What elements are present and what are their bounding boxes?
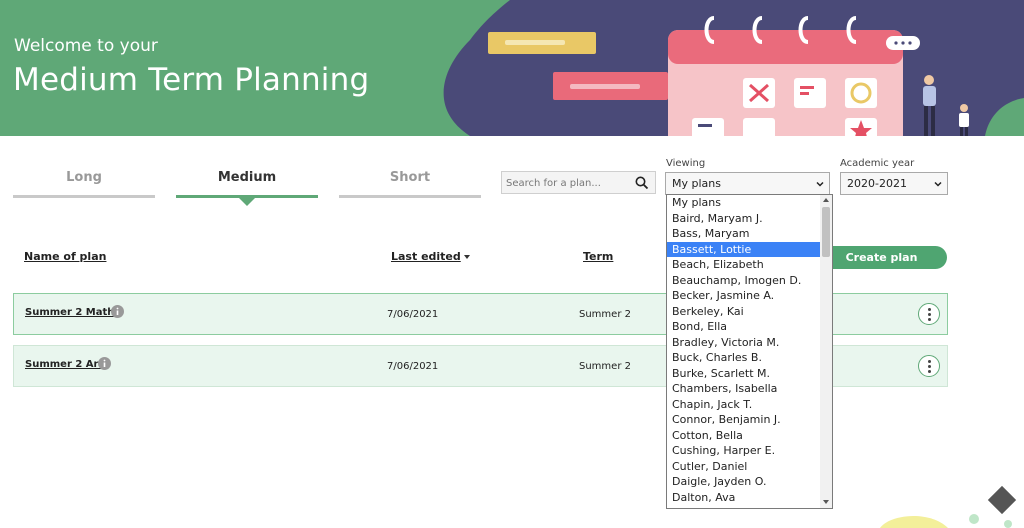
dropdown-option[interactable]: Dalton, Ava <box>667 490 821 506</box>
more-options-icon[interactable] <box>918 303 940 325</box>
more-options-icon[interactable] <box>918 355 940 377</box>
column-header-name[interactable]: Name of plan <box>24 250 106 263</box>
dropdown-option[interactable]: Bass, Maryam <box>667 226 821 242</box>
viewing-select[interactable]: My plans <box>665 172 830 195</box>
info-icon[interactable] <box>111 305 124 318</box>
dropdown-option[interactable]: Baird, Maryam J. <box>667 211 821 227</box>
column-header-last-edited-label: Last edited <box>391 250 461 263</box>
tab-long-label: Long <box>66 170 102 185</box>
create-plan-button[interactable]: Create plan <box>816 246 947 269</box>
column-header-term[interactable]: Term <box>583 250 613 263</box>
welcome-text: Welcome to your <box>14 36 158 56</box>
scrollbar-thumb[interactable] <box>822 207 830 257</box>
plan-name-link[interactable]: Summer 2 Maths <box>25 307 120 318</box>
tab-underline <box>13 195 155 198</box>
viewing-label: Viewing <box>666 158 706 169</box>
dropdown-option[interactable]: Burke, Scarlett M. <box>667 366 821 382</box>
dropdown-option[interactable]: Bond, Ella <box>667 319 821 335</box>
chevron-down-icon <box>816 181 824 187</box>
viewing-dropdown-list[interactable]: My plans Baird, Maryam J. Bass, Maryam B… <box>666 194 833 509</box>
header-banner: Welcome to your Medium Term Planning <box>0 0 1024 136</box>
dropdown-option[interactable]: Cutler, Daniel <box>667 459 821 475</box>
tab-short-label: Short <box>389 170 431 185</box>
search-box <box>501 171 656 194</box>
dropdown-option[interactable]: Beauchamp, Imogen D. <box>667 273 821 289</box>
tab-medium[interactable]: Medium <box>176 170 318 206</box>
dropdown-option-highlighted[interactable]: Bassett, Lottie <box>667 241 821 257</box>
dropdown-option[interactable]: Chambers, Isabella <box>667 381 821 397</box>
last-edited-cell: 7/06/2021 <box>387 309 439 320</box>
dropdown-option[interactable]: My plans <box>667 195 821 211</box>
tab-short[interactable]: Short <box>339 170 481 200</box>
column-header-last-edited[interactable]: Last edited <box>391 250 470 263</box>
tab-long[interactable]: Long <box>13 170 155 200</box>
dropdown-option[interactable]: Beach, Elizabeth <box>667 257 821 273</box>
dropdown-option[interactable]: Cushing, Harper E. <box>667 443 821 459</box>
dropdown-option[interactable]: Buck, Charles B. <box>667 350 821 366</box>
last-edited-cell: 7/06/2021 <box>387 361 439 372</box>
term-cell: Summer 2 <box>579 309 631 320</box>
page-title: Medium Term Planning <box>13 62 370 98</box>
dropdown-option[interactable]: Cotton, Bella <box>667 428 821 444</box>
academic-year-select[interactable]: 2020-2021 <box>840 172 948 195</box>
sort-descending-icon <box>463 255 470 259</box>
search-input[interactable] <box>506 175 631 191</box>
dropdown-scrollbar[interactable] <box>820 195 832 508</box>
search-icon[interactable] <box>635 176 649 190</box>
dropdown-option[interactable]: Bradley, Victoria M. <box>667 335 821 351</box>
active-tab-caret-icon <box>239 198 255 206</box>
term-cell: Summer 2 <box>579 361 631 372</box>
plan-name-link[interactable]: Summer 2 Art <box>25 359 103 370</box>
dropdown-option[interactable]: Becker, Jasmine A. <box>667 288 821 304</box>
scroll-down-arrow-icon[interactable] <box>823 500 829 504</box>
decorative-shapes <box>880 485 1017 528</box>
scroll-up-arrow-icon[interactable] <box>823 198 829 202</box>
tab-medium-label: Medium <box>217 170 277 185</box>
dropdown-option[interactable]: Berkeley, Kai <box>667 304 821 320</box>
dropdown-option[interactable]: Daigle, Jayden O. <box>667 474 821 490</box>
academic-year-label: Academic year <box>840 158 915 169</box>
tab-underline <box>339 195 481 198</box>
chevron-down-icon <box>934 181 942 187</box>
viewing-selected-value: My plans <box>672 177 721 190</box>
academic-year-selected-value: 2020-2021 <box>847 177 907 190</box>
dropdown-option[interactable]: Connor, Benjamin J. <box>667 412 821 428</box>
info-icon[interactable] <box>98 357 111 370</box>
dropdown-option[interactable]: Chapin, Jack T. <box>667 397 821 413</box>
